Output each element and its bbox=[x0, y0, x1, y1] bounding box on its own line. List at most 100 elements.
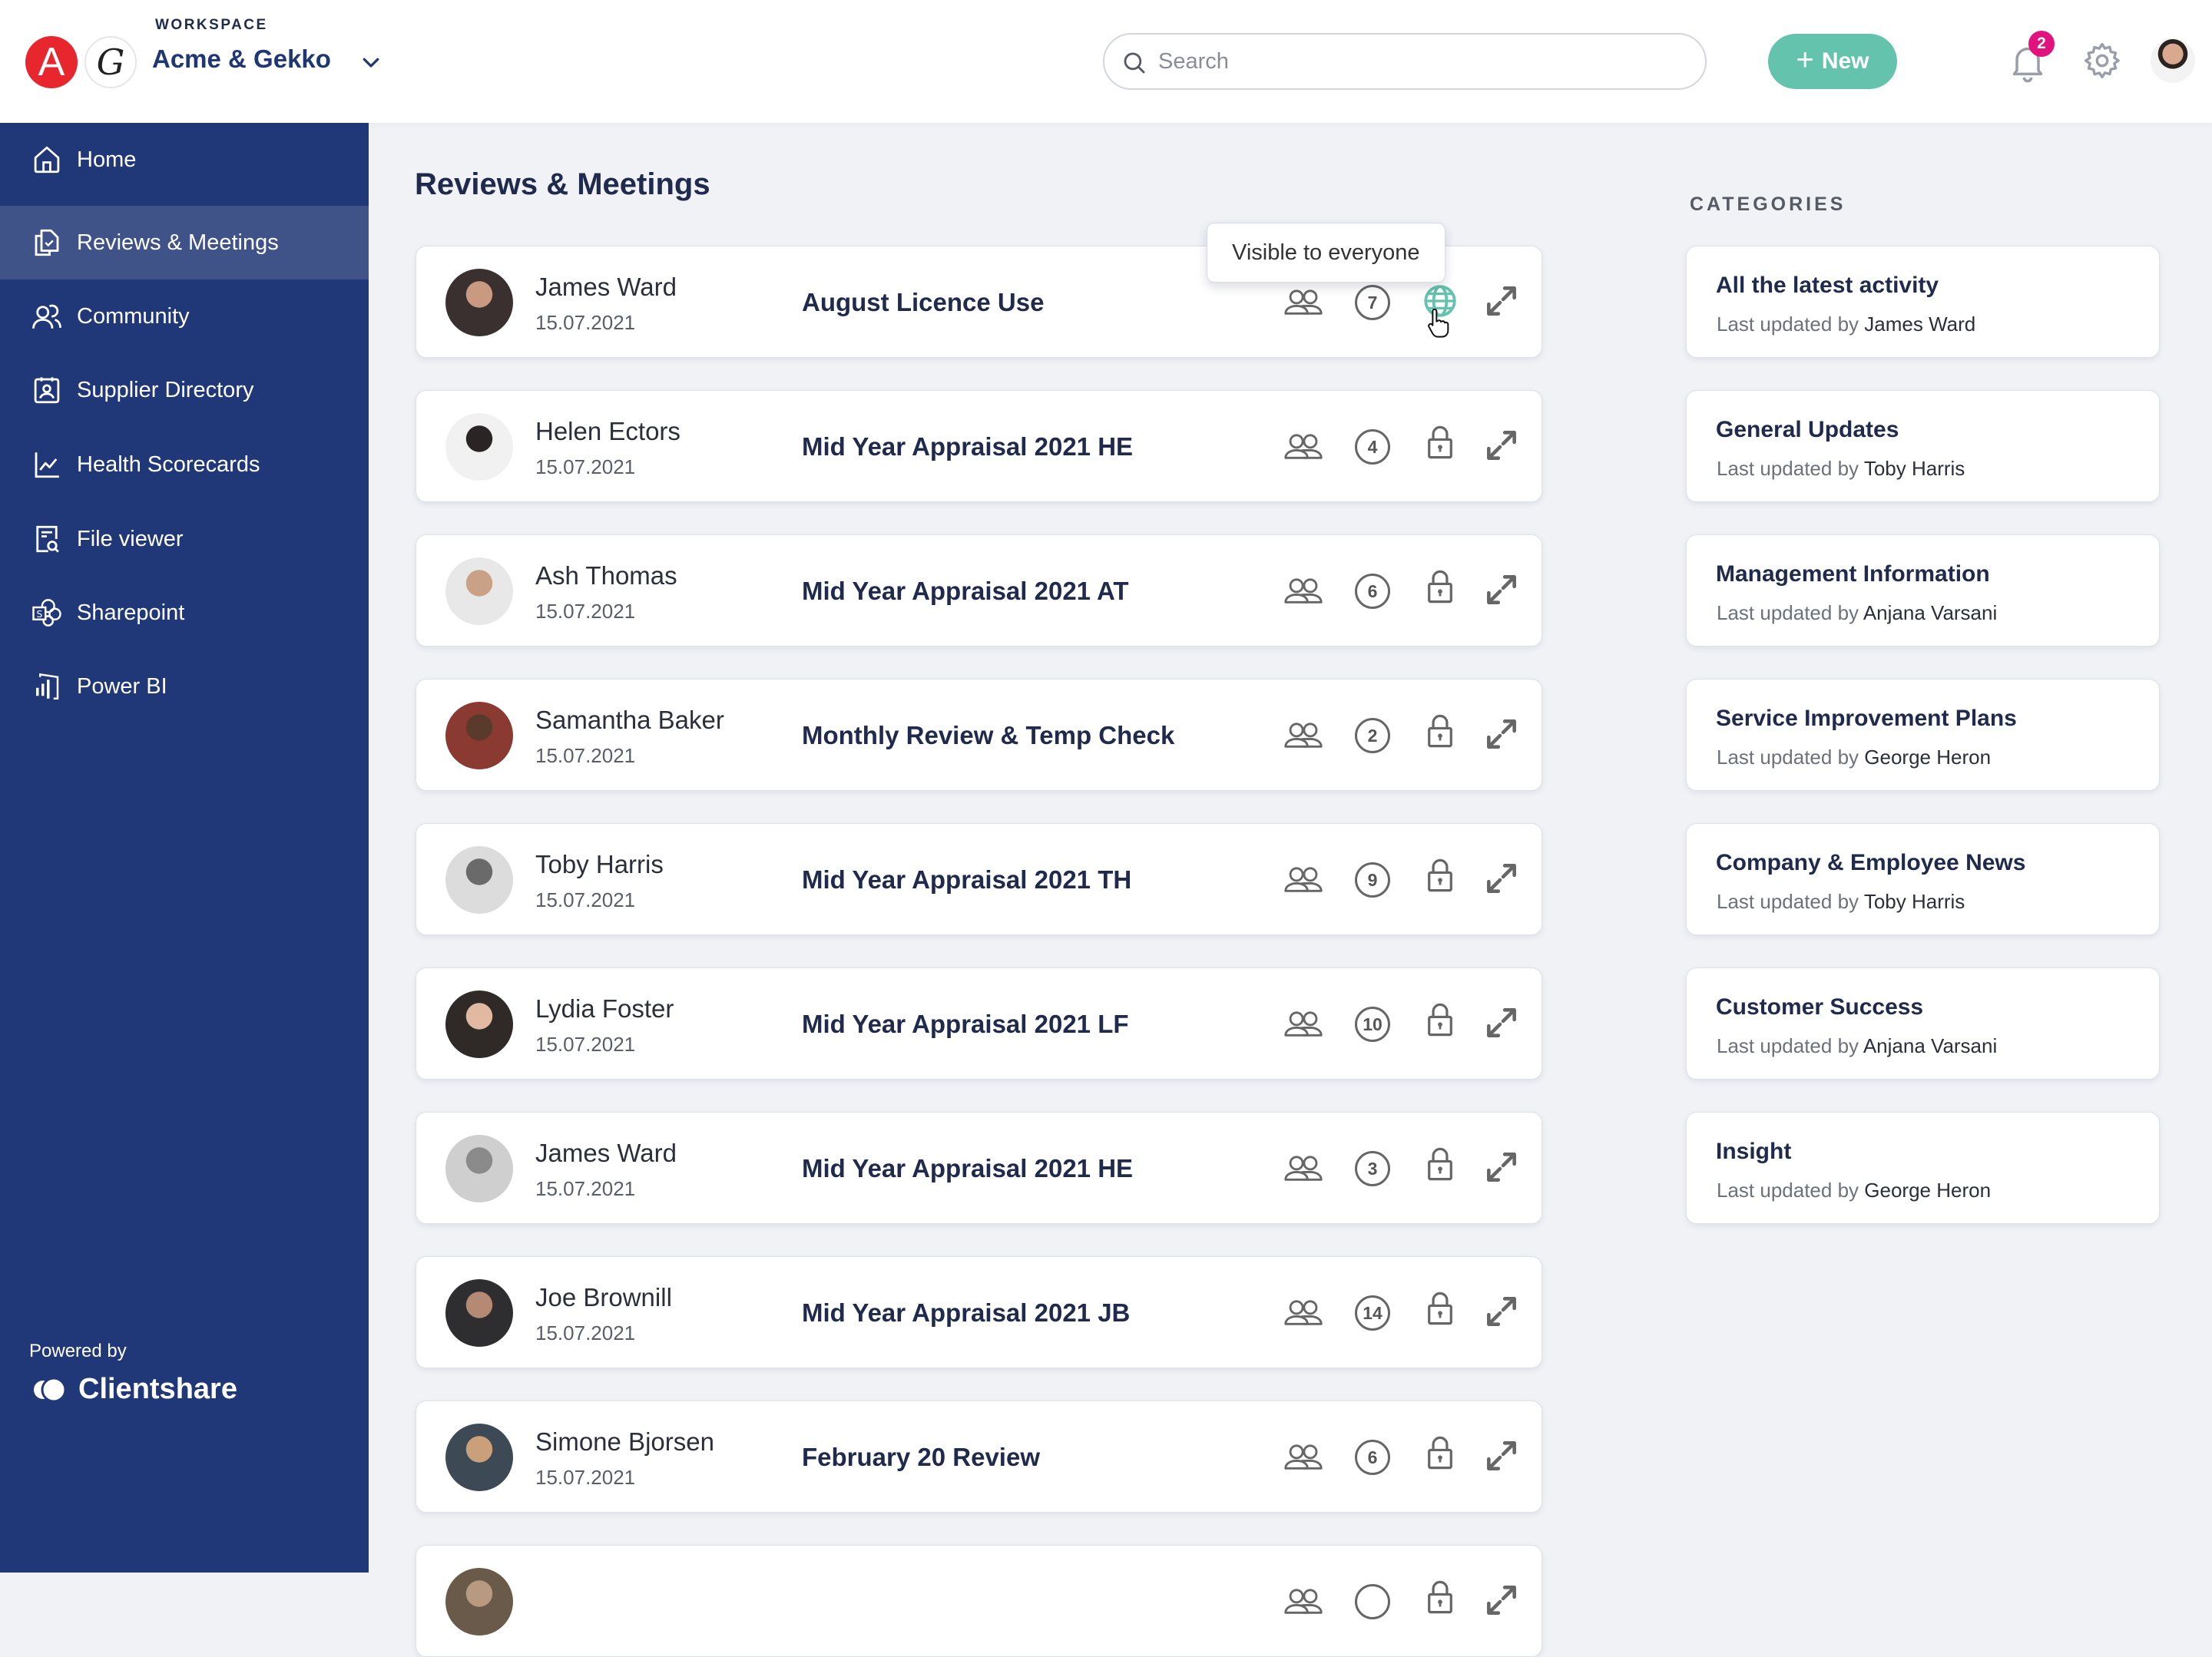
participants-icon[interactable] bbox=[1284, 572, 1323, 610]
lock-icon[interactable] bbox=[1421, 856, 1459, 895]
expand-icon[interactable] bbox=[1482, 1437, 1521, 1475]
avatar bbox=[445, 1135, 513, 1202]
expand-icon[interactable] bbox=[1482, 1581, 1521, 1619]
sidebar-item-home[interactable]: Home bbox=[0, 123, 369, 197]
participants-icon[interactable] bbox=[1284, 716, 1323, 755]
acme-logo: A bbox=[25, 36, 78, 88]
lock-icon[interactable] bbox=[1421, 1000, 1459, 1039]
row-title[interactable]: Mid Year Appraisal 2021 TH bbox=[802, 865, 1131, 895]
search-box[interactable] bbox=[1103, 33, 1707, 90]
attendee-count-badge: 9 bbox=[1355, 862, 1390, 898]
participants-icon[interactable] bbox=[1284, 428, 1323, 466]
svg-text:S: S bbox=[36, 609, 42, 620]
updated-by: Anjana Varsani bbox=[1863, 1034, 1998, 1057]
row-title[interactable]: February 20 Review bbox=[802, 1443, 1040, 1472]
sidebar-item-label: Community bbox=[77, 303, 190, 329]
lock-icon[interactable] bbox=[1421, 1578, 1459, 1616]
participants-icon[interactable] bbox=[1284, 1005, 1323, 1043]
review-row[interactable]: Toby Harris 15.07.2021 Mid Year Appraisa… bbox=[416, 823, 1542, 935]
updated-prefix: Last updated by bbox=[1717, 313, 1859, 336]
row-date: 15.07.2021 bbox=[535, 888, 636, 911]
lock-icon[interactable] bbox=[1421, 1289, 1459, 1328]
category-card[interactable]: Service Improvement Plans Last updated b… bbox=[1686, 679, 2160, 791]
row-title[interactable]: August Licence Use bbox=[802, 288, 1044, 317]
category-card[interactable]: General Updates Last updated by Toby Har… bbox=[1686, 390, 2160, 502]
row-date: 15.07.2021 bbox=[535, 600, 636, 623]
attendee-count: 7 bbox=[1367, 292, 1378, 313]
category-card[interactable]: Company & Employee News Last updated by … bbox=[1686, 823, 2160, 935]
workspace-name[interactable]: Acme & Gekko bbox=[152, 45, 331, 74]
row-person-name: Helen Ectors bbox=[535, 417, 680, 445]
expand-icon[interactable] bbox=[1482, 282, 1521, 320]
lock-icon[interactable] bbox=[1421, 567, 1459, 606]
participants-icon[interactable] bbox=[1284, 1438, 1323, 1477]
sidebar-item-label: Supplier Directory bbox=[77, 377, 254, 402]
updated-prefix: Last updated by bbox=[1717, 457, 1859, 480]
participants-icon[interactable] bbox=[1284, 1583, 1323, 1621]
category-card[interactable]: Customer Success Last updated by Anjana … bbox=[1686, 967, 2160, 1080]
review-row[interactable]: Lydia Foster 15.07.2021 Mid Year Apprais… bbox=[416, 967, 1542, 1080]
expand-icon[interactable] bbox=[1482, 859, 1521, 898]
expand-icon[interactable] bbox=[1482, 1004, 1521, 1042]
sidebar-item-label: File viewer bbox=[77, 526, 184, 551]
sidebar-item-health-scorecards[interactable]: Health Scorecards bbox=[0, 428, 369, 501]
participants-icon[interactable] bbox=[1284, 283, 1323, 322]
lock-icon[interactable] bbox=[1421, 423, 1459, 461]
review-row[interactable]: Joe Brownill 15.07.2021 Mid Year Apprais… bbox=[416, 1256, 1542, 1368]
expand-icon[interactable] bbox=[1482, 1148, 1521, 1186]
row-title[interactable]: Mid Year Appraisal 2021 JB bbox=[802, 1298, 1130, 1328]
clientshare-brand: Clientshare bbox=[78, 1373, 237, 1405]
expand-icon[interactable] bbox=[1482, 715, 1521, 753]
category-card[interactable]: Management Information Last updated by A… bbox=[1686, 534, 2160, 647]
row-title[interactable]: Monthly Review & Temp Check bbox=[802, 721, 1174, 750]
gear-icon[interactable] bbox=[2081, 40, 2123, 81]
sidebar-item-community[interactable]: Community bbox=[0, 279, 369, 353]
review-row[interactable]: James Ward 15.07.2021 Mid Year Appraisal… bbox=[416, 1112, 1542, 1224]
chevron-down-icon[interactable] bbox=[359, 51, 382, 74]
new-button[interactable]: + New bbox=[1768, 34, 1897, 89]
avatar bbox=[445, 413, 513, 481]
review-row[interactable] bbox=[416, 1545, 1542, 1657]
power-bi-icon bbox=[36, 673, 59, 700]
row-title[interactable]: Mid Year Appraisal 2021 HE bbox=[802, 432, 1133, 461]
lock-icon[interactable] bbox=[1421, 712, 1459, 750]
lock-icon[interactable] bbox=[1421, 1145, 1459, 1183]
attendee-count: 6 bbox=[1367, 1447, 1378, 1467]
participants-icon[interactable] bbox=[1284, 1149, 1323, 1188]
sidebar-item-label: Home bbox=[77, 147, 137, 172]
expand-icon[interactable] bbox=[1482, 1292, 1521, 1331]
row-person-name: Toby Harris bbox=[535, 850, 664, 878]
category-card[interactable]: All the latest activity Last updated by … bbox=[1686, 246, 2160, 358]
sidebar-item-supplier-directory[interactable]: Supplier Directory bbox=[0, 353, 369, 427]
attendee-count: 3 bbox=[1367, 1158, 1378, 1179]
sidebar-item-power-bi[interactable]: Power BI bbox=[0, 650, 369, 723]
row-title[interactable]: Mid Year Appraisal 2021 AT bbox=[802, 577, 1129, 606]
documents-check-icon bbox=[35, 229, 59, 256]
review-row[interactable]: Simone Bjorsen 15.07.2021 February 20 Re… bbox=[416, 1401, 1542, 1513]
clientshare-logo: Clientshare bbox=[32, 1373, 237, 1406]
sidebar-item-reviews-meetings[interactable]: Reviews & Meetings bbox=[0, 206, 369, 279]
sidebar-item-sharepoint[interactable]: S Sharepoint bbox=[0, 576, 369, 650]
category-title: All the latest activity bbox=[1716, 273, 1939, 298]
updated-by: Toby Harris bbox=[1863, 457, 1965, 480]
search-input[interactable] bbox=[1158, 44, 1681, 79]
category-updated: Last updated by George Heron bbox=[1717, 746, 1991, 769]
user-avatar[interactable] bbox=[2151, 38, 2195, 83]
row-title[interactable]: Mid Year Appraisal 2021 LF bbox=[802, 1010, 1129, 1039]
sidebar-item-label: Health Scorecards bbox=[77, 451, 260, 477]
row-title[interactable]: Mid Year Appraisal 2021 HE bbox=[802, 1154, 1133, 1183]
participants-icon[interactable] bbox=[1284, 861, 1323, 899]
category-card[interactable]: Insight Last updated by George Heron bbox=[1686, 1112, 2160, 1224]
top-header: A G WORKSPACE Acme & Gekko + New 2 bbox=[0, 0, 2212, 123]
users-icon bbox=[32, 304, 61, 329]
updated-prefix: Last updated by bbox=[1717, 1034, 1859, 1057]
participants-icon[interactable] bbox=[1284, 1294, 1323, 1332]
lock-icon[interactable] bbox=[1421, 1434, 1459, 1472]
avatar bbox=[445, 991, 513, 1058]
expand-icon[interactable] bbox=[1482, 571, 1521, 609]
review-row[interactable]: Samantha Baker 15.07.2021 Monthly Review… bbox=[416, 679, 1542, 791]
sidebar-item-file-viewer[interactable]: File viewer bbox=[0, 502, 369, 576]
review-row[interactable]: Ash Thomas 15.07.2021 Mid Year Appraisal… bbox=[416, 534, 1542, 647]
review-row[interactable]: Helen Ectors 15.07.2021 Mid Year Apprais… bbox=[416, 390, 1542, 502]
expand-icon[interactable] bbox=[1482, 426, 1521, 465]
